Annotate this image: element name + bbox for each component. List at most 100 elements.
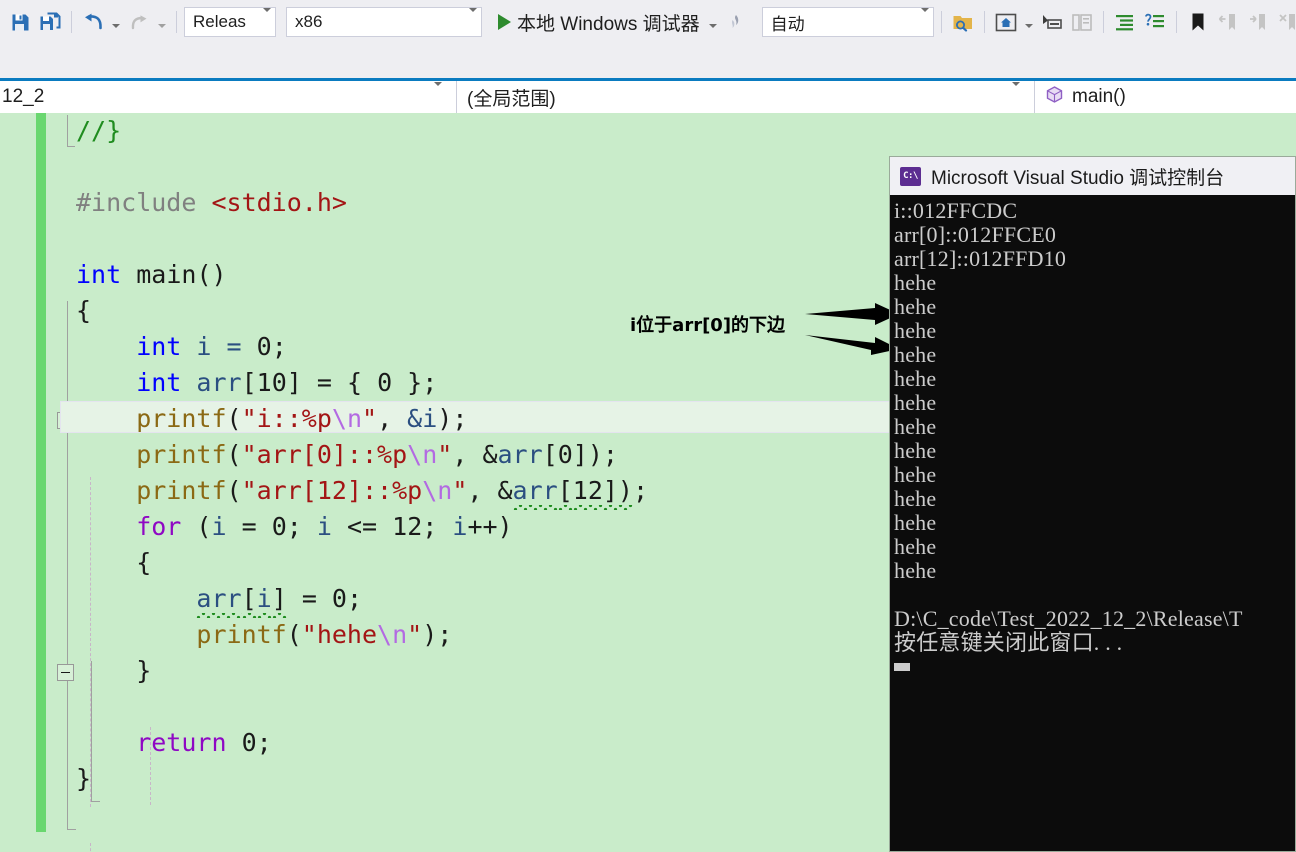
code-token: 0; [331,584,363,613]
code-token: i = [196,332,257,361]
code-token: ( [286,620,302,649]
code-token: [ [241,368,257,397]
code-token: for [76,512,197,541]
code-line[interactable]: for (i = 0; i <= 12; i++) [76,509,512,545]
code-token: [ [542,440,558,469]
console-line: hehe [894,414,937,439]
comment-icon[interactable] [1141,8,1169,36]
code-token: } [76,656,152,685]
code-line[interactable]: //} [76,113,121,149]
prev-bookmark-icon[interactable] [1214,8,1242,36]
save-all-icon[interactable] [36,8,64,36]
code-token: ); [437,404,468,433]
navigation-bar: 12_2 (全局范围) main() [0,78,1296,113]
code-line[interactable]: } [76,761,91,797]
code-line[interactable]: return 0; [76,725,272,761]
code-token-error: arr [196,584,241,616]
platform-value: x86 [295,12,323,31]
toolbox-icon[interactable] [1038,8,1066,36]
chevron-down-icon[interactable] [428,82,452,108]
debug-target-caret[interactable] [706,8,720,36]
code-token: main [136,260,197,289]
console-line: hehe [894,438,937,463]
scope-dropdown[interactable]: (全局范围) [457,81,1035,113]
chevron-down-icon[interactable] [463,8,477,32]
code-token-error: 12 [573,476,603,508]
start-debug-button[interactable]: 本地 Windows 调试器 [494,7,704,37]
code-token: & [482,440,498,469]
document-name: 12_2 [2,86,45,107]
console-line: hehe [894,366,937,391]
chevron-down-icon[interactable] [915,8,929,32]
chevron-down-icon[interactable] [1006,82,1030,108]
code-line[interactable]: int i = 0; [76,329,287,365]
code-token: int [76,260,137,289]
properties-window-icon[interactable] [1068,8,1096,36]
code-line[interactable]: printf("arr[0]::%p\n", &arr[0]); [76,437,618,473]
code-line[interactable]: arr[i] = 0; [76,581,362,617]
member-dropdown[interactable]: main() [1035,81,1296,113]
structure-line-main [67,301,68,829]
bookmark-icon[interactable] [1184,8,1212,36]
console-line: arr[0]::012FFCE0 [894,222,1057,247]
code-token: 0 [271,512,287,541]
solution-platform-combo[interactable]: x86 [286,7,482,37]
fold-bracket-comment [67,146,75,147]
main-toolbar: Releas x86 本地 Windows 调试器 自动 [0,0,1296,78]
undo-icon[interactable] [79,8,107,36]
code-token-error: [ [558,476,573,508]
code-token: int [76,332,197,361]
code-token: printf [76,404,227,433]
code-token: printf [76,440,227,469]
indent-icon[interactable] [1111,8,1139,36]
code-line[interactable]: printf("hehe\n"); [76,617,452,653]
code-token: , [377,404,408,433]
code-token: = [286,584,332,613]
clear-bookmarks-icon[interactable] [1274,8,1296,36]
fold-toggle-for[interactable] [57,664,74,681]
next-bookmark-icon[interactable] [1244,8,1272,36]
play-icon [498,14,511,30]
code-token: ( [226,476,242,505]
fold-bracket-main-end [67,829,76,830]
structure-line-outer [67,115,68,147]
code-token-error: ] [272,584,287,616]
code-line[interactable]: { [76,545,151,581]
chevron-down-icon[interactable] [257,8,271,32]
console-line: hehe [894,462,937,487]
annotation-arrow-2 [805,335,899,355]
console-line: 按任意键关闭此窗口. . . [894,630,1123,655]
code-line[interactable]: #include <stdio.h> [76,185,347,221]
debug-console-window[interactable]: C:\ Microsoft Visual Studio 调试控制台 i::012… [889,156,1296,852]
code-line[interactable]: { [76,293,91,329]
code-token: i [211,512,227,541]
process-combo[interactable]: 自动 [761,7,934,37]
code-token: , [452,440,483,469]
code-line[interactable]: printf("arr[12]::%p\n", &arr[12]); [76,473,648,509]
find-in-files-icon[interactable] [949,8,977,36]
code-token: \n [331,404,362,433]
code-token: \n [407,440,438,469]
save-icon[interactable] [6,8,34,36]
visual-studio-window: Releas x86 本地 Windows 调试器 自动 12_2 (全局范围)… [0,0,1296,852]
code-line[interactable]: int arr[10] = { 0 }; [76,365,437,401]
redo-dropdown-caret[interactable] [155,8,169,36]
hot-reload-icon[interactable] [722,8,750,36]
home-window-icon[interactable] [992,8,1020,36]
undo-dropdown-caret[interactable] [109,8,123,36]
code-line[interactable]: int main() [76,257,227,293]
console-line: hehe [894,558,937,583]
code-token: 0; [241,728,272,757]
redo-icon[interactable] [125,8,153,36]
home-dropdown-caret[interactable] [1022,8,1036,36]
code-token: <stdio.h> [211,188,347,217]
method-icon [1045,85,1064,110]
code-token-error: ]) [603,476,633,508]
console-line: hehe [894,534,937,559]
code-token: ); [422,620,453,649]
code-line[interactable]: } [76,653,151,689]
code-line[interactable]: printf("i::%p\n", &i); [76,401,467,437]
document-dropdown[interactable]: 12_2 [0,81,457,113]
solution-configuration-combo[interactable]: Releas [184,7,276,37]
console-title-bar[interactable]: C:\ Microsoft Visual Studio 调试控制台 [890,157,1295,195]
